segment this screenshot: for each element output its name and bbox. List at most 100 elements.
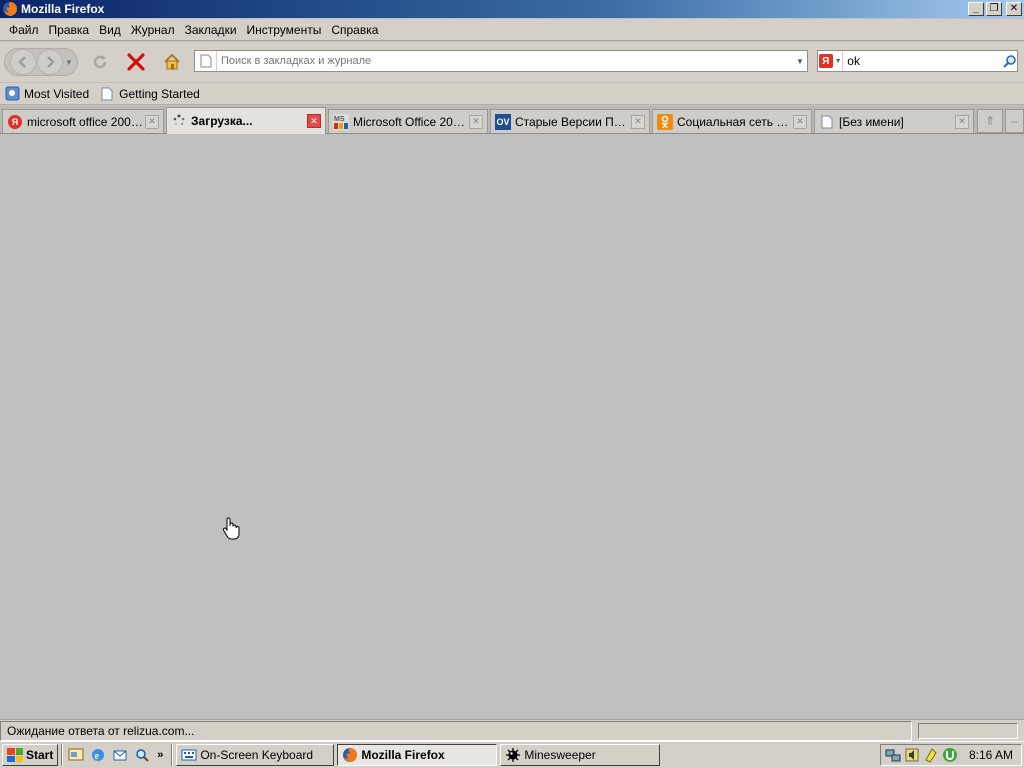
bookmark-most-visited[interactable]: Most Visited bbox=[4, 86, 89, 102]
smart-bookmark-icon bbox=[4, 86, 20, 102]
tab-scroll-button[interactable]: ⇑ bbox=[977, 109, 1003, 133]
firefox-icon bbox=[2, 1, 18, 17]
tab-close-icon[interactable]: ✕ bbox=[469, 114, 483, 129]
keyboard-icon bbox=[181, 747, 197, 763]
clock: 8:16 AM bbox=[968, 748, 1013, 762]
svg-text:e: e bbox=[95, 751, 100, 762]
tab-microsoft-office-2002[interactable]: MS Microsoft Office 2002 ... ✕ bbox=[328, 109, 488, 133]
stop-button[interactable] bbox=[125, 51, 147, 73]
engine-dropdown-icon: ▼ bbox=[834, 57, 842, 65]
title-bar[interactable]: Mozilla Firefox _ ❐ ✕ bbox=[0, 0, 1024, 18]
menu-tools[interactable]: Инструменты bbox=[242, 23, 327, 37]
tab-label: Социальная сеть Од... bbox=[677, 114, 793, 129]
bookmark-label: Most Visited bbox=[24, 86, 90, 101]
magnifier-icon bbox=[1002, 55, 1016, 68]
minimize-button[interactable]: _ bbox=[968, 2, 984, 16]
task-label: On-Screen Keyboard bbox=[200, 748, 314, 762]
network-icon[interactable] bbox=[885, 747, 901, 763]
home-icon bbox=[164, 53, 180, 70]
volume-icon[interactable] bbox=[904, 747, 920, 763]
status-text: Ожидание ответа от relizua.com... bbox=[0, 720, 912, 741]
hand-cursor-icon bbox=[222, 517, 240, 544]
tab-close-icon[interactable]: ✕ bbox=[631, 114, 645, 129]
loading-throbber-icon bbox=[171, 113, 187, 129]
internet-explorer-icon[interactable]: e bbox=[88, 745, 108, 765]
back-arrow-icon bbox=[18, 56, 26, 68]
tab-label: Загрузка... bbox=[191, 114, 253, 128]
reload-icon bbox=[93, 55, 107, 69]
stop-icon bbox=[127, 53, 145, 71]
mine-icon bbox=[505, 747, 521, 763]
page-content[interactable] bbox=[0, 135, 1024, 719]
windows-logo-icon bbox=[7, 748, 23, 762]
start-label: Start bbox=[26, 748, 54, 762]
url-input[interactable] bbox=[217, 55, 793, 67]
tab-strip: Я microsoft office 2003 r... ✕ Загрузка.… bbox=[0, 106, 1024, 134]
tab-close-icon[interactable]: ✕ bbox=[307, 114, 321, 128]
menu-history[interactable]: Журнал bbox=[126, 23, 180, 37]
bookmarks-toolbar: Most Visited Getting Started bbox=[0, 83, 1024, 105]
search-bar[interactable]: Я ▼ bbox=[817, 50, 1018, 72]
url-dropdown-icon[interactable]: ▼ bbox=[793, 57, 807, 66]
close-button[interactable]: ✕ bbox=[1006, 2, 1022, 16]
bookmark-label: Getting Started bbox=[119, 86, 200, 101]
menu-help[interactable]: Справка bbox=[326, 23, 383, 37]
tab-old-versions[interactable]: OV Старые Версии Про... ✕ bbox=[490, 109, 650, 133]
tab-label: microsoft office 2003 r... bbox=[27, 114, 145, 129]
tab-microsoft-office-2003[interactable]: Я microsoft office 2003 r... ✕ bbox=[2, 109, 164, 133]
task-mozilla-firefox[interactable]: Mozilla Firefox bbox=[337, 744, 498, 766]
yandex-icon: Я bbox=[7, 114, 23, 130]
page-icon bbox=[99, 86, 115, 102]
menu-edit[interactable]: Правка bbox=[44, 23, 95, 37]
forward-button[interactable] bbox=[37, 49, 64, 75]
navigation-toolbar: ▼ ▼ Я ▼ bbox=[0, 42, 1024, 82]
task-minesweeper[interactable]: Minesweeper bbox=[500, 744, 661, 766]
task-on-screen-keyboard[interactable]: On-Screen Keyboard bbox=[176, 744, 335, 766]
yandex-icon: Я bbox=[818, 54, 833, 68]
tab-label: Старые Версии Про... bbox=[515, 114, 631, 129]
search-icon[interactable] bbox=[132, 745, 152, 765]
svg-text:MS: MS bbox=[334, 116, 345, 123]
search-engine-selector[interactable]: Я ▼ bbox=[818, 51, 844, 71]
start-button[interactable]: Start bbox=[2, 744, 59, 766]
maximize-button[interactable]: ❐ bbox=[986, 2, 1002, 16]
blank-page-icon bbox=[819, 114, 835, 130]
tab-close-icon[interactable]: ✕ bbox=[955, 114, 969, 129]
search-input[interactable] bbox=[843, 54, 1003, 68]
task-label: Mozilla Firefox bbox=[361, 748, 445, 762]
tab-loading[interactable]: Загрузка... ✕ bbox=[166, 107, 326, 134]
firefox-icon bbox=[342, 747, 358, 763]
tab-label: [Без имени] bbox=[839, 114, 904, 129]
menu-bookmarks[interactable]: Закладки bbox=[180, 23, 242, 37]
menu-file[interactable]: Файл bbox=[4, 23, 44, 37]
utorrent-icon[interactable] bbox=[923, 747, 939, 763]
forward-arrow-icon bbox=[47, 56, 55, 68]
outlook-express-icon[interactable] bbox=[110, 745, 130, 765]
tab-untitled[interactable]: [Без имени] ✕ bbox=[814, 109, 974, 133]
show-desktop-icon[interactable] bbox=[66, 745, 86, 765]
taskbar-separator bbox=[61, 744, 64, 766]
tab-close-icon[interactable]: ✕ bbox=[793, 114, 807, 129]
history-dropdown-icon[interactable]: ▼ bbox=[65, 58, 73, 67]
menu-view[interactable]: Вид bbox=[94, 23, 126, 37]
taskbar: Start e » On-Screen Keyboard Mozilla Fir… bbox=[0, 741, 1024, 768]
reload-button[interactable] bbox=[90, 52, 110, 72]
quick-launch-more-icon[interactable]: » bbox=[154, 745, 166, 765]
url-bar[interactable]: ▼ bbox=[194, 50, 808, 72]
back-button[interactable] bbox=[10, 49, 37, 75]
tab-list-dropdown[interactable]: – bbox=[1005, 109, 1024, 133]
ms-office-icon: MS bbox=[333, 113, 349, 130]
ov-icon: OV bbox=[495, 113, 511, 130]
utorrent-green-icon[interactable] bbox=[942, 747, 958, 763]
bookmark-getting-started[interactable]: Getting Started bbox=[99, 86, 200, 102]
tab-close-icon[interactable]: ✕ bbox=[145, 114, 159, 129]
status-bar: Ожидание ответа от relizua.com... bbox=[0, 719, 1024, 741]
home-button[interactable] bbox=[161, 51, 183, 73]
page-icon bbox=[195, 51, 217, 71]
taskbar-separator bbox=[171, 744, 174, 766]
search-go-button[interactable] bbox=[1002, 54, 1017, 68]
tab-odnoklassniki[interactable]: Социальная сеть Од... ✕ bbox=[652, 109, 812, 133]
menu-bar: Файл Правка Вид Журнал Закладки Инструме… bbox=[0, 19, 1024, 41]
tab-label: Microsoft Office 2002 ... bbox=[353, 114, 469, 129]
system-tray: 8:16 AM bbox=[880, 744, 1022, 766]
